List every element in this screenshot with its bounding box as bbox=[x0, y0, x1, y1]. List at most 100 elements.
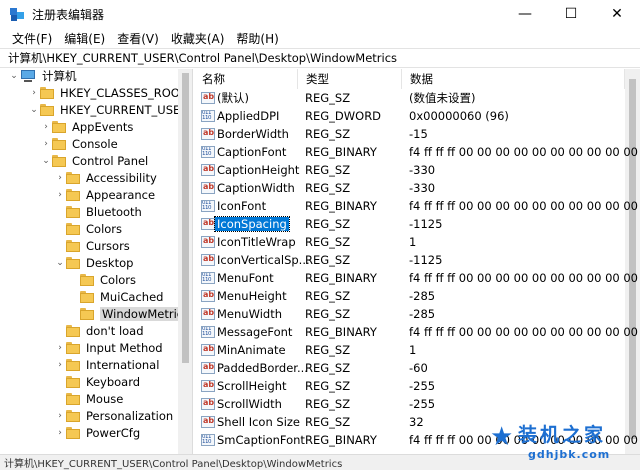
menu-help[interactable]: 帮助(H) bbox=[230, 30, 284, 47]
value-type: REG_BINARY bbox=[305, 199, 377, 213]
value-row[interactable]: ab ScrollHeight REG_SZ -255 bbox=[194, 377, 640, 395]
chevron-right-icon[interactable]: › bbox=[28, 84, 40, 101]
tree-item[interactable]: Cursors bbox=[54, 237, 130, 254]
value-name[interactable]: CaptionFont bbox=[217, 145, 286, 159]
value-row[interactable]: 011 110 MenuFont REG_BINARY f4 ff ff ff 00 0… bbox=[194, 269, 640, 287]
value-row[interactable]: ab IconTitleWrap REG_SZ 1 bbox=[194, 233, 640, 251]
tree-item[interactable]: › HKEY_CLASSES_ROOT bbox=[28, 84, 187, 101]
address-bar[interactable]: 计算机\HKEY_CURRENT_USER\Control Panel\Desk… bbox=[0, 48, 640, 68]
tree-item[interactable]: WindowMetrics bbox=[68, 305, 192, 322]
tree-item[interactable]: ⌄ HKEY_CURRENT_USER bbox=[28, 101, 188, 118]
tree-item[interactable]: Bluetooth bbox=[54, 203, 142, 220]
column-header-type[interactable]: 类型 bbox=[298, 69, 402, 89]
menu-view[interactable]: 查看(V) bbox=[111, 30, 165, 47]
value-type: REG_SZ bbox=[305, 361, 351, 375]
value-name[interactable]: SmCaptionFont bbox=[217, 433, 305, 447]
maximize-button[interactable]: ☐ bbox=[548, 0, 594, 28]
value-type: REG_BINARY bbox=[305, 271, 377, 285]
menu-favorites[interactable]: 收藏夹(A) bbox=[165, 30, 231, 47]
value-name[interactable]: MessageFont bbox=[217, 325, 292, 339]
chevron-right-icon[interactable]: › bbox=[40, 118, 52, 135]
value-row[interactable]: 011 110 AppliedDPI REG_DWORD 0x00000060 (96) bbox=[194, 107, 640, 125]
tree-item[interactable]: MuiCached bbox=[68, 288, 163, 305]
chevron-right-icon[interactable]: › bbox=[54, 424, 66, 441]
value-row[interactable]: ab IconSpacing REG_SZ -1125 bbox=[194, 215, 640, 233]
value-name[interactable]: IconTitleWrap bbox=[217, 235, 296, 249]
value-name[interactable]: ScrollWidth bbox=[217, 397, 282, 411]
chevron-right-icon[interactable]: › bbox=[54, 356, 66, 373]
tree-item[interactable]: ⌄ 计算机 bbox=[8, 69, 76, 84]
column-header-data[interactable]: 数据 bbox=[402, 69, 625, 89]
value-name[interactable]: IconVerticalSp... bbox=[217, 253, 310, 267]
tree-item[interactable]: Mouse bbox=[54, 390, 123, 407]
tree-item[interactable]: › AppEvents bbox=[40, 118, 133, 135]
value-row[interactable]: 011 110 IconFont REG_BINARY f4 ff ff ff 00 0… bbox=[194, 197, 640, 215]
value-name[interactable]: PaddedBorder... bbox=[217, 361, 308, 375]
value-row[interactable]: ab CaptionHeight REG_SZ -330 bbox=[194, 161, 640, 179]
value-row[interactable]: ab IconVerticalSp... REG_SZ -1125 bbox=[194, 251, 640, 269]
values-list: 名称 类型 数据 ab (默认) REG_SZ (数值未设置) 011 110 Applie… bbox=[194, 69, 640, 454]
tree-item[interactable]: › Appearance bbox=[54, 186, 155, 203]
tree-item[interactable]: › PowerCfg bbox=[54, 424, 140, 441]
chevron-right-icon[interactable]: › bbox=[54, 407, 66, 424]
value-row[interactable]: ab MenuWidth REG_SZ -285 bbox=[194, 305, 640, 323]
tree-scrollbar-thumb[interactable] bbox=[182, 73, 189, 363]
tree-scrollbar[interactable] bbox=[178, 69, 192, 454]
menu-file[interactable]: 文件(F) bbox=[6, 30, 58, 47]
chevron-down-icon[interactable]: ⌄ bbox=[8, 69, 20, 84]
tree-item-label: Desktop bbox=[86, 255, 134, 270]
value-row[interactable]: 011 110 CaptionFont REG_BINARY f4 ff ff ff 0… bbox=[194, 143, 640, 161]
value-name[interactable]: CaptionWidth bbox=[217, 181, 295, 195]
value-name[interactable]: CaptionHeight bbox=[217, 163, 299, 177]
value-row[interactable]: ab ScrollWidth REG_SZ -255 bbox=[194, 395, 640, 413]
chevron-down-icon[interactable]: ⌄ bbox=[40, 152, 52, 169]
tree-item[interactable]: ⌄ Desktop bbox=[54, 254, 133, 271]
column-header-name[interactable]: 名称 bbox=[194, 69, 298, 89]
chevron-down-icon[interactable]: ⌄ bbox=[54, 254, 66, 271]
tree-item[interactable]: › International bbox=[54, 356, 159, 373]
tree-item[interactable]: Colors bbox=[54, 220, 122, 237]
value-row[interactable]: 011 110 MessageFont REG_BINARY f4 ff ff ff 0… bbox=[194, 323, 640, 341]
tree-item[interactable]: Keyboard bbox=[54, 373, 140, 390]
chevron-down-icon[interactable]: ⌄ bbox=[28, 101, 40, 118]
tree-item[interactable]: › Input Method bbox=[54, 339, 162, 356]
value-name[interactable]: BorderWidth bbox=[217, 127, 289, 141]
tree-item[interactable]: › Accessibility bbox=[54, 169, 157, 186]
tree-item-label: International bbox=[86, 357, 160, 372]
chevron-right-icon[interactable]: › bbox=[54, 169, 66, 186]
tree-item[interactable]: › Personalization bbox=[54, 407, 173, 424]
value-name[interactable]: MenuWidth bbox=[217, 307, 282, 321]
value-name[interactable]: Shell Icon Size bbox=[217, 415, 300, 429]
chevron-right-icon[interactable]: › bbox=[54, 186, 66, 203]
tree-item[interactable]: ⌄ Control Panel bbox=[40, 152, 148, 169]
value-name[interactable]: ScrollHeight bbox=[217, 379, 287, 393]
chevron-right-icon[interactable]: › bbox=[40, 135, 52, 152]
tree-item[interactable]: don't load bbox=[54, 322, 144, 339]
value-row[interactable]: ab PaddedBorder... REG_SZ -60 bbox=[194, 359, 640, 377]
chevron-right-icon[interactable]: › bbox=[54, 339, 66, 356]
value-data: f4 ff ff ff 00 00 00 00 00 00 00 00 00 0… bbox=[409, 145, 640, 159]
value-row[interactable]: ab MenuHeight REG_SZ -285 bbox=[194, 287, 640, 305]
tree-item[interactable]: Colors bbox=[68, 271, 136, 288]
value-row[interactable]: ab BorderWidth REG_SZ -15 bbox=[194, 125, 640, 143]
value-name[interactable]: (默认) bbox=[217, 90, 249, 106]
value-name[interactable]: MinAnimate bbox=[217, 343, 286, 357]
minimize-button[interactable]: — bbox=[502, 0, 548, 28]
value-row[interactable]: ab CaptionWidth REG_SZ -330 bbox=[194, 179, 640, 197]
value-name[interactable]: IconFont bbox=[217, 199, 266, 213]
value-row[interactable]: ab MinAnimate REG_SZ 1 bbox=[194, 341, 640, 359]
value-row[interactable]: ab (默认) REG_SZ (数值未设置) bbox=[194, 89, 640, 107]
value-name[interactable]: IconSpacing bbox=[214, 216, 290, 232]
tree-item[interactable]: › Console bbox=[40, 135, 117, 152]
menu-edit[interactable]: 编辑(E) bbox=[58, 30, 111, 47]
value-name[interactable]: MenuHeight bbox=[217, 289, 287, 303]
value-name[interactable]: MenuFont bbox=[217, 271, 274, 285]
address-path[interactable]: 计算机\HKEY_CURRENT_USER\Control Panel\Desk… bbox=[8, 50, 397, 66]
folder-icon bbox=[52, 154, 66, 167]
binary-value-icon: 011 110 bbox=[201, 434, 215, 446]
close-button[interactable]: ✕ bbox=[594, 0, 640, 28]
value-name[interactable]: AppliedDPI bbox=[217, 109, 279, 123]
